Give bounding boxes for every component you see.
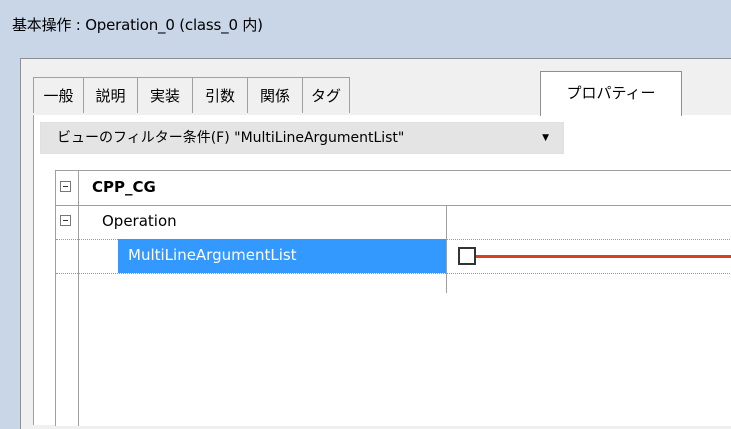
annotation-line bbox=[476, 255, 731, 258]
filter-label: ビューのフィルター条件(F) "MultiLineArgumentList" bbox=[57, 130, 405, 146]
tab-tags[interactable]: タグ bbox=[302, 77, 350, 113]
category-row: CPP_CG bbox=[56, 171, 731, 206]
property-name-cell[interactable]: MultiLineArgumentList bbox=[118, 239, 446, 273]
tab-relations[interactable]: 関係 bbox=[247, 77, 303, 113]
tab-properties[interactable]: プロパティー bbox=[540, 71, 682, 116]
group-row: Operation bbox=[56, 205, 731, 240]
chevron-down-icon[interactable]: ▼ bbox=[542, 123, 549, 153]
view-filter-dropdown[interactable]: ビューのフィルター条件(F) "MultiLineArgumentList" ▼ bbox=[40, 122, 564, 154]
dialog-title: 基本操作 : Operation_0 (class_0 内) bbox=[12, 16, 263, 34]
property-row[interactable]: MultiLineArgumentList bbox=[56, 239, 731, 274]
column-divider[interactable] bbox=[446, 205, 447, 293]
collapse-icon[interactable] bbox=[60, 215, 71, 226]
property-value-checkbox[interactable] bbox=[458, 247, 476, 265]
tab-general[interactable]: 一般 bbox=[33, 77, 84, 113]
tab-arguments[interactable]: 引数 bbox=[192, 77, 248, 113]
property-grid: CPP_CG Operation MultiLineArgumentList bbox=[55, 170, 731, 426]
tab-description[interactable]: 説明 bbox=[83, 77, 138, 113]
property-name: MultiLineArgumentList bbox=[128, 246, 297, 264]
tab-bar: 一般 説明 実装 引数 関係 タグ プロパティー bbox=[33, 71, 731, 116]
tab-implementation[interactable]: 実装 bbox=[137, 77, 193, 113]
collapse-icon[interactable] bbox=[60, 181, 71, 192]
group-label: Operation bbox=[102, 212, 177, 230]
category-label: CPP_CG bbox=[92, 178, 156, 196]
